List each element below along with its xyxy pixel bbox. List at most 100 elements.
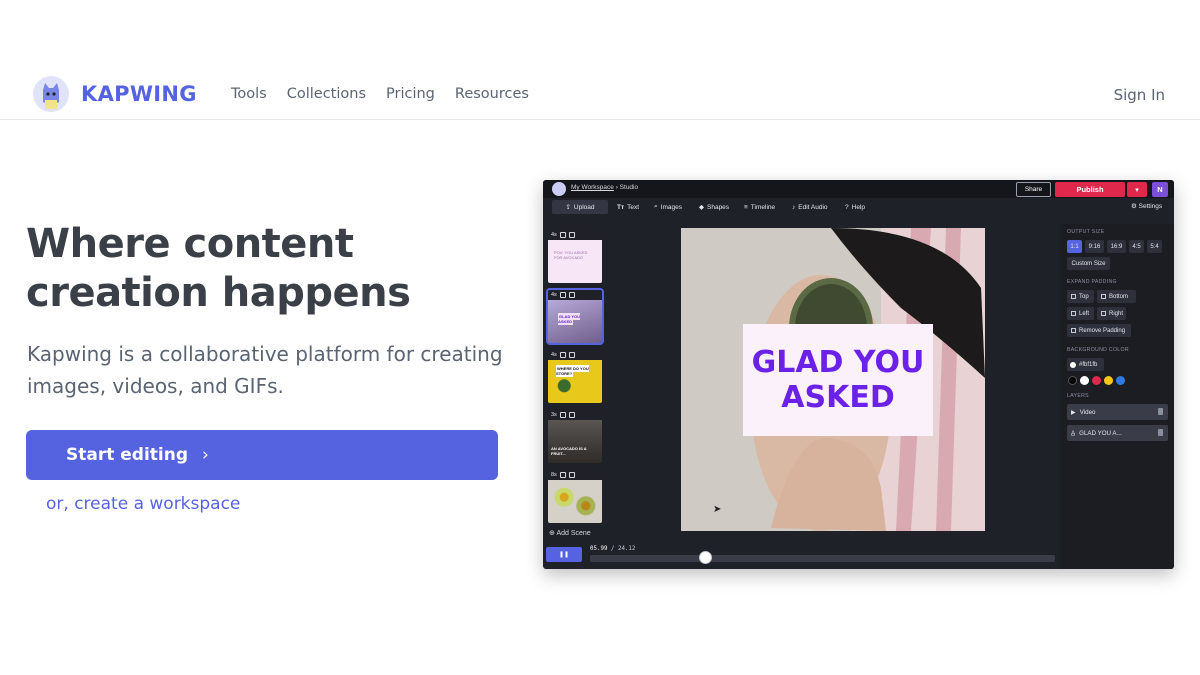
checkbox-icon: [1071, 328, 1076, 333]
play-icon: ▶: [1071, 408, 1076, 416]
copy-icon[interactable]: [559, 292, 566, 298]
layers-label: LAYERS: [1067, 393, 1089, 399]
swatch-blue[interactable]: [1116, 376, 1125, 385]
copy-icon[interactable]: [559, 232, 566, 238]
upload-button[interactable]: ⇪ Upload: [552, 200, 608, 214]
editor-screenshot: My Workspace › Studio Share Publish ▾ N …: [543, 180, 1174, 569]
swatch-white[interactable]: [1080, 376, 1089, 385]
pause-button[interactable]: ❚❚: [546, 547, 582, 562]
breadcrumb-workspace[interactable]: My Workspace: [571, 184, 614, 191]
scene-thumbnail: [548, 480, 602, 523]
upload-label: Upload: [573, 203, 595, 211]
publish-options-chevron-icon[interactable]: ▾: [1127, 182, 1147, 197]
copy-icon[interactable]: [559, 352, 566, 358]
checkbox-icon: [1101, 294, 1106, 299]
scene-card-bar: 3s: [548, 410, 602, 420]
text-tool-label: Text: [627, 203, 640, 211]
upload-icon: ⇪: [565, 204, 571, 211]
layer-item-video[interactable]: ▶ Video: [1067, 404, 1168, 420]
copy-icon[interactable]: [559, 472, 566, 478]
trash-icon[interactable]: [1158, 429, 1163, 436]
checkbox-icon: [1071, 294, 1076, 299]
add-scene-button[interactable]: ⊕ Add Scene: [549, 529, 591, 537]
nav-link-tools[interactable]: Tools: [231, 86, 267, 102]
playback-time: 05.99 / 24.12: [590, 546, 635, 552]
trash-icon[interactable]: [1158, 408, 1163, 415]
images-tool-label: Images: [660, 203, 682, 211]
scene-duration: 4s: [551, 292, 557, 298]
trash-icon[interactable]: [568, 352, 575, 358]
scene-caption: POV: YOU ASKED FOR AVOCADO: [554, 250, 588, 260]
playback-scrubber[interactable]: [590, 555, 1055, 562]
timeline-tool-button[interactable]: ≡ Timeline: [744, 200, 775, 214]
top-nav: KAPWING Tools Collections Pricing Resour…: [0, 70, 1200, 120]
scene-card[interactable]: 4s WHERE DO YOU STORE?: [548, 350, 602, 403]
trash-icon[interactable]: [568, 472, 575, 478]
gear-icon: ⚙: [1131, 203, 1137, 210]
start-editing-button[interactable]: Start editing ›: [26, 430, 498, 480]
checkbox-icon: [1101, 311, 1106, 316]
publish-button[interactable]: Publish: [1055, 182, 1125, 197]
studio-canvas[interactable]: GLAD YOU ASKED ➤: [681, 228, 985, 531]
create-workspace-link[interactable]: or, create a workspace: [46, 494, 240, 514]
ratio-16-9-button[interactable]: 16:9: [1107, 240, 1126, 253]
nav-link-resources[interactable]: Resources: [455, 86, 529, 102]
ratio-4-5-button[interactable]: 4:5: [1129, 240, 1144, 253]
swatch-red[interactable]: [1092, 376, 1101, 385]
swatch-yellow[interactable]: [1104, 376, 1113, 385]
edit-audio-button[interactable]: ♪ Edit Audio: [792, 200, 828, 214]
help-icon: ?: [845, 203, 849, 211]
shapes-icon: ◆: [699, 204, 704, 211]
text-tool-button[interactable]: Tт Text: [617, 200, 639, 214]
editor-toolbar: ⇪ Upload Tт Text ⌕ Images ◆ Shapes ≡ Tim…: [543, 198, 1174, 214]
ratio-1-1-button[interactable]: 1:1: [1067, 240, 1082, 253]
padding-right-label: Right: [1109, 310, 1124, 317]
add-scene-label: Add Scene: [556, 530, 591, 537]
canvas-text-line-2: ASKED: [781, 380, 895, 415]
padding-top-checkbox[interactable]: Top: [1067, 290, 1094, 303]
images-tool-button[interactable]: ⌕ Images: [654, 200, 682, 214]
scene-list: 4s POV: YOU ASKED FOR AVOCADO 4s GLAD YO…: [543, 224, 607, 544]
scene-thumbnail: GLAD YOU ASKED: [548, 300, 602, 343]
padding-bottom-checkbox[interactable]: Bottom: [1097, 290, 1136, 303]
ratio-5-4-button[interactable]: 5:4: [1147, 240, 1162, 253]
trash-icon[interactable]: [568, 292, 575, 298]
scene-card[interactable]: 8s: [548, 470, 602, 523]
share-button[interactable]: Share: [1016, 182, 1051, 197]
scene-card[interactable]: 3s AN AVOCADO IS A FRUIT...: [548, 410, 602, 463]
scene-duration: 8s: [551, 472, 557, 478]
help-button[interactable]: ? Help: [845, 200, 865, 214]
hero-headline: Where content creation happens: [26, 221, 411, 316]
layer-item-text[interactable]: A̲ GLAD YOU A...: [1067, 425, 1168, 441]
edit-audio-label: Edit Audio: [798, 203, 828, 211]
scene-duration: 3s: [551, 412, 557, 418]
scene-card-bar: 8s: [548, 470, 602, 480]
scene-card-bar: 4s: [548, 350, 602, 360]
sign-in-link[interactable]: Sign In: [1114, 86, 1165, 104]
padding-left-checkbox[interactable]: Left: [1067, 307, 1094, 320]
mouse-cursor-icon: ➤: [713, 504, 722, 515]
settings-button[interactable]: ⚙ Settings: [1131, 202, 1162, 210]
scene-card-active[interactable]: 4s GLAD YOU ASKED: [546, 288, 604, 345]
kapwing-logo[interactable]: KAPWING: [33, 76, 197, 112]
swatch-black[interactable]: [1068, 376, 1077, 385]
nav-link-collections[interactable]: Collections: [287, 86, 366, 102]
copy-icon[interactable]: [559, 412, 566, 418]
nav-links: Tools Collections Pricing Resources: [231, 86, 529, 102]
trash-icon[interactable]: [568, 232, 575, 238]
trash-icon[interactable]: [568, 412, 575, 418]
custom-size-button[interactable]: Custom Size: [1067, 257, 1110, 270]
background-color-picker[interactable]: #fbf1fb: [1067, 358, 1104, 371]
canvas-text-box[interactable]: GLAD YOU ASKED: [743, 324, 933, 436]
nav-link-pricing[interactable]: Pricing: [386, 86, 435, 102]
workspace-avatar[interactable]: [552, 182, 566, 196]
user-avatar[interactable]: N: [1152, 182, 1168, 197]
ratio-9-16-button[interactable]: 9:16: [1085, 240, 1104, 253]
shapes-tool-button[interactable]: ◆ Shapes: [699, 200, 729, 214]
padding-right-checkbox[interactable]: Right: [1097, 307, 1126, 320]
remove-padding-checkbox[interactable]: Remove Padding: [1067, 324, 1131, 337]
scene-card[interactable]: 4s POV: YOU ASKED FOR AVOCADO: [548, 230, 602, 283]
current-time: 05.99: [590, 546, 608, 552]
scrubber-handle[interactable]: [698, 551, 712, 564]
kapwing-mascot-icon: [33, 76, 69, 112]
